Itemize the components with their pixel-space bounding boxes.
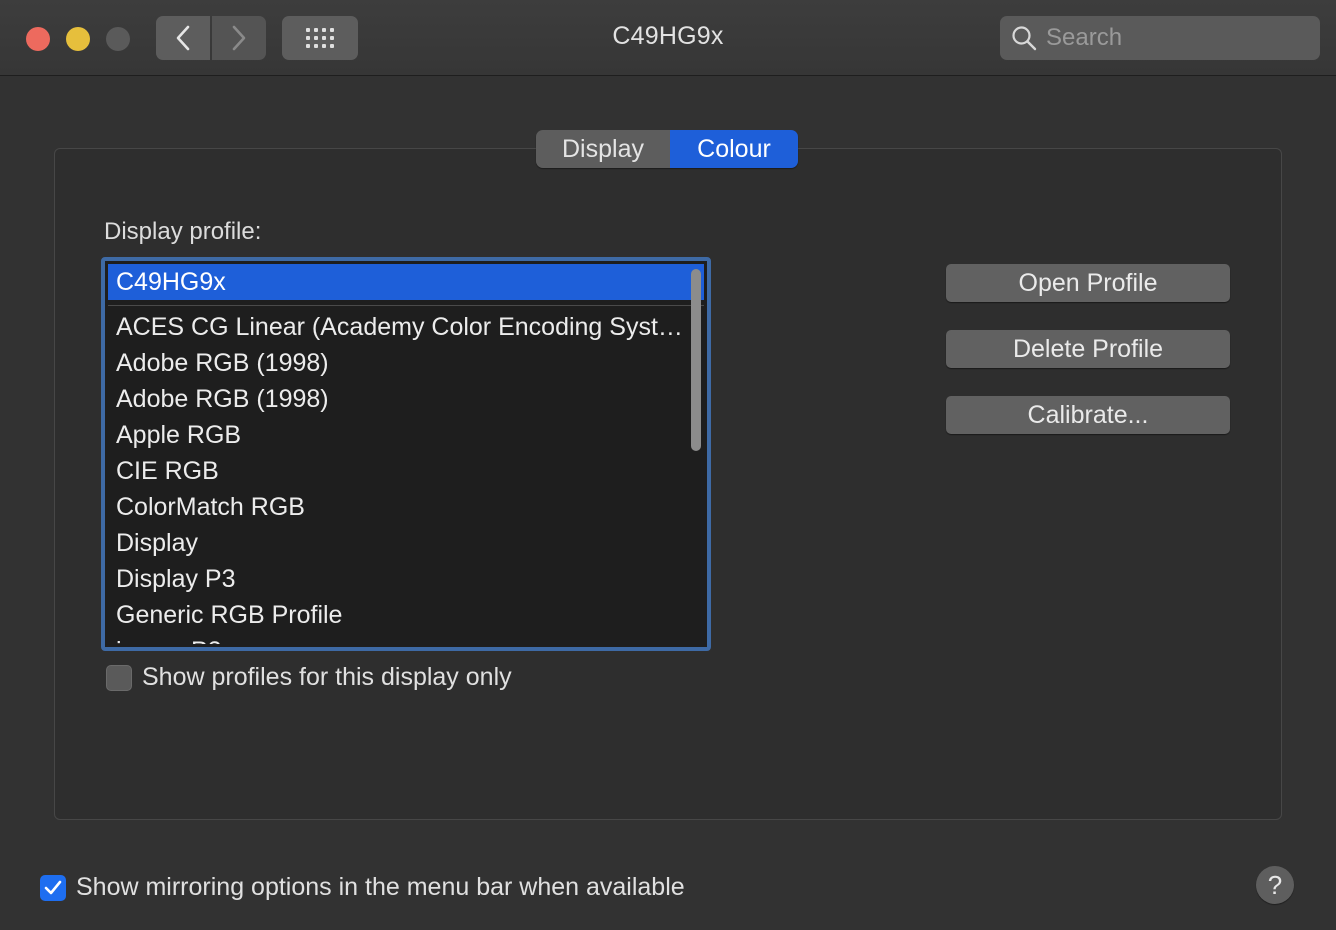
profile-item[interactable]: Display P3	[108, 561, 704, 597]
profile-item[interactable]: Adobe RGB (1998)	[108, 345, 704, 381]
display-only-label: Show profiles for this display only	[142, 663, 512, 691]
profile-item[interactable]: image P3	[108, 633, 704, 644]
mirroring-checkbox[interactable]	[40, 874, 66, 901]
tab-display[interactable]: Display	[536, 130, 670, 168]
help-button[interactable]: ?	[1256, 866, 1294, 904]
profile-item[interactable]: Adobe RGB (1998)	[108, 381, 704, 417]
mirroring-option[interactable]: Show mirroring options in the menu bar w…	[40, 873, 685, 902]
profile-item[interactable]: ACES CG Linear (Academy Color Encoding S…	[108, 309, 704, 345]
open-profile-button[interactable]: Open Profile	[946, 264, 1230, 302]
display-only-checkbox[interactable]	[106, 664, 132, 691]
search-field[interactable]	[1000, 16, 1320, 60]
profile-item[interactable]: Apple RGB	[108, 417, 704, 453]
profile-item[interactable]: CIE RGB	[108, 453, 704, 489]
title-bar: C49HG9x	[0, 0, 1336, 76]
list-separator	[108, 305, 704, 306]
list-scrollbar[interactable]	[691, 269, 701, 451]
calibrate-button[interactable]: Calibrate...	[946, 396, 1230, 434]
segmented-tabs: Display Colour	[536, 130, 798, 168]
tab-colour[interactable]: Colour	[670, 130, 798, 168]
mirroring-label: Show mirroring options in the menu bar w…	[76, 873, 685, 901]
search-input[interactable]	[1044, 23, 1308, 53]
profile-list[interactable]: C49HG9x ACES CG Linear (Academy Color En…	[101, 257, 711, 651]
profile-item[interactable]: Display	[108, 525, 704, 561]
system-preferences-window: C49HG9x Display Colour Display profile: …	[0, 0, 1336, 930]
display-only-option[interactable]: Show profiles for this display only	[106, 663, 512, 692]
delete-profile-button[interactable]: Delete Profile	[946, 330, 1230, 368]
profile-item[interactable]: ColorMatch RGB	[108, 489, 704, 525]
checkmark-icon	[44, 880, 62, 894]
profile-item-selected[interactable]: C49HG9x	[108, 264, 704, 300]
profile-list-content: C49HG9x ACES CG Linear (Academy Color En…	[108, 264, 704, 644]
display-profile-label: Display profile:	[104, 218, 262, 245]
profile-item[interactable]: Generic RGB Profile	[108, 597, 704, 633]
search-icon	[1010, 24, 1038, 52]
